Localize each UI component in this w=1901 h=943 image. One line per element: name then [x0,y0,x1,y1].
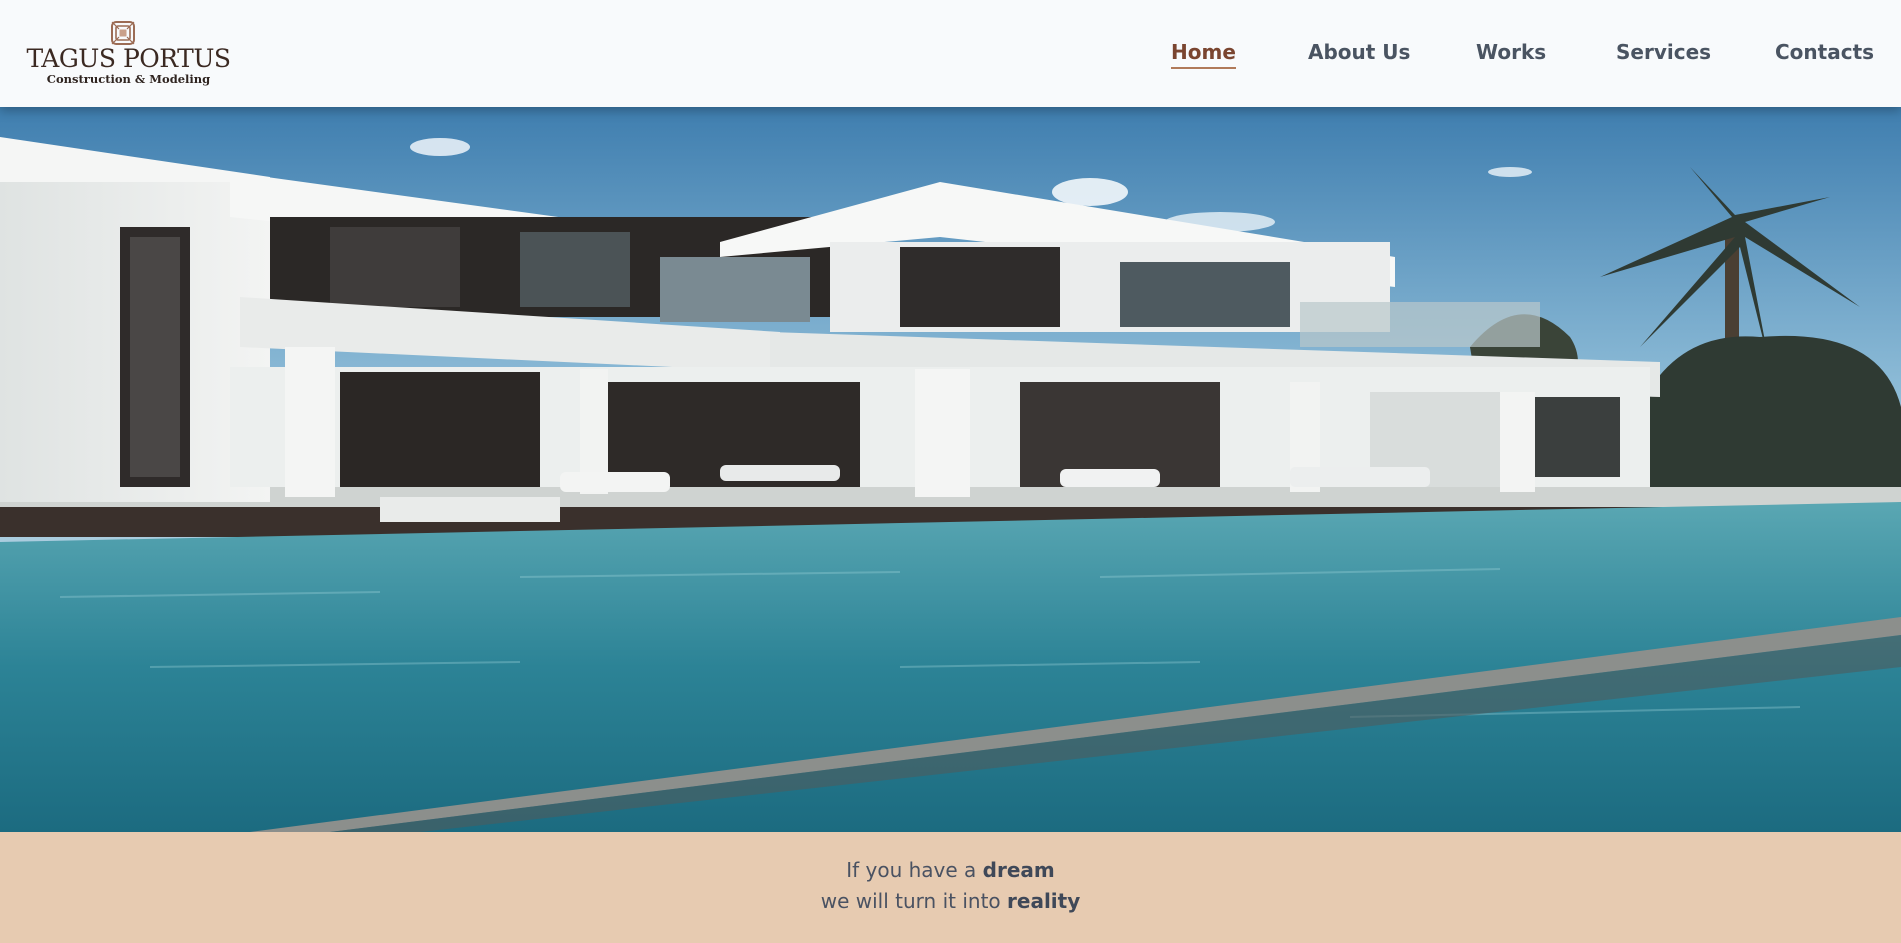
nav-works-link[interactable]: Works [1476,38,1546,68]
tagline-line-1-text: If you have a [846,858,977,882]
tagline-emphasis-reality: reality [1007,889,1081,913]
villa-pool-illustration [0,107,1901,832]
nav-home-link[interactable]: Home [1171,38,1236,69]
tagline-emphasis-dream: dream [982,858,1055,882]
brand-subtitle: Construction & Modeling [46,72,211,86]
nav-contacts-link[interactable]: Contacts [1775,38,1874,68]
site-header: TAGUS PORTUS Construction & Modeling Hom… [0,0,1901,107]
tagline-line-2-text: we will turn it into [820,889,1001,913]
tagline-section: If you have a dream we will turn it into… [0,832,1901,943]
nav-about-us-link[interactable]: About Us [1308,38,1410,68]
tagline-line-2: we will turn it into reality [0,889,1901,913]
hero-image [0,107,1901,832]
tagline-line-1: If you have a dream [0,858,1901,882]
nav-services-link[interactable]: Services [1616,38,1711,68]
main-nav: Home About Us Works Services Contacts [0,38,1901,69]
